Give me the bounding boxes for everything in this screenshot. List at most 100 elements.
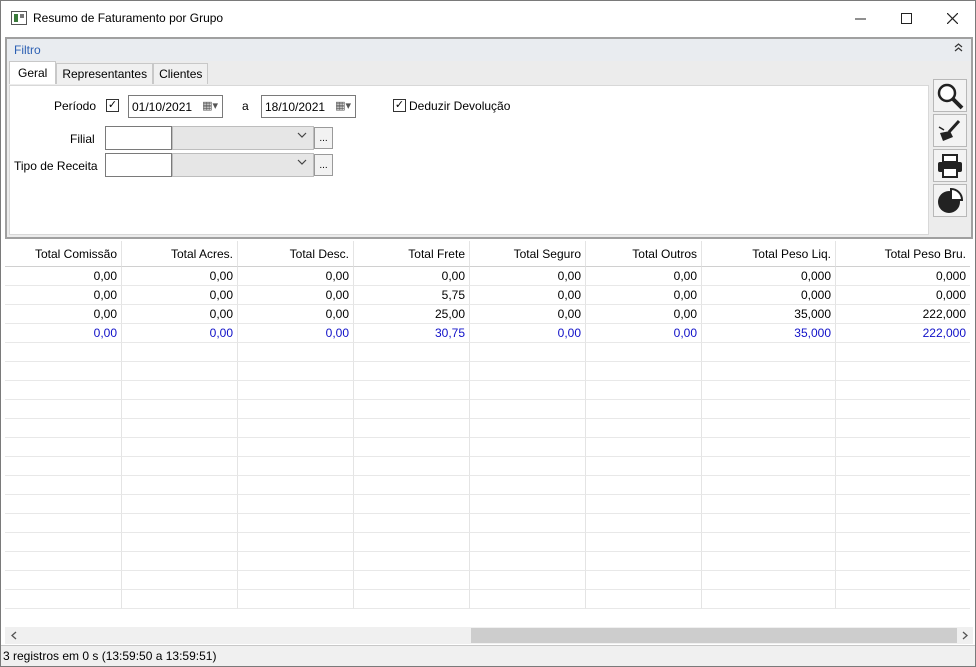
empty-row	[5, 381, 973, 400]
empty-cell	[586, 381, 702, 400]
periodo-checkbox[interactable]: ✓	[106, 99, 119, 112]
total-cell: 0,00	[470, 324, 586, 343]
empty-cell	[836, 476, 970, 495]
scroll-right-icon[interactable]	[956, 627, 973, 644]
column-header[interactable]: Total Comissão	[5, 241, 122, 267]
search-button[interactable]	[933, 79, 967, 112]
empty-cell	[354, 552, 470, 571]
chevron-down-icon[interactable]	[297, 157, 307, 169]
empty-cell	[586, 362, 702, 381]
empty-cell	[702, 400, 836, 419]
empty-cell	[586, 571, 702, 590]
results-grid[interactable]: Total Comissão Total Acres. Total Desc. …	[5, 241, 973, 627]
tab-clientes[interactable]: Clientes	[153, 63, 209, 84]
empty-cell	[238, 533, 354, 552]
filial-select[interactable]	[172, 126, 314, 150]
grid-cell: 0,00	[238, 267, 354, 286]
deduzir-checkbox[interactable]: ✓	[393, 99, 406, 112]
column-header[interactable]: Total Peso Liq.	[702, 241, 836, 267]
column-header[interactable]: Total Frete	[354, 241, 470, 267]
filter-tabs: Geral Representantes Clientes	[9, 61, 209, 85]
empty-cell	[836, 381, 970, 400]
empty-cell	[238, 381, 354, 400]
empty-cell	[5, 495, 122, 514]
grid-cell: 35,000	[702, 305, 836, 324]
column-header[interactable]: Total Acres.	[122, 241, 238, 267]
column-header[interactable]: Total Desc.	[238, 241, 354, 267]
tab-representantes[interactable]: Representantes	[56, 63, 154, 84]
grid-header: Total Comissão Total Acres. Total Desc. …	[5, 241, 973, 267]
empty-row	[5, 552, 973, 571]
empty-cell	[470, 438, 586, 457]
empty-cell	[122, 400, 238, 419]
empty-cell	[122, 571, 238, 590]
table-row[interactable]: 0,00 0,00 0,00 0,00 0,00 0,00 0,000 0,00…	[5, 267, 973, 286]
date-from-field[interactable]: 01/10/2021 ▦▾	[128, 95, 223, 118]
maximize-button[interactable]	[883, 1, 929, 35]
empty-row	[5, 362, 973, 381]
total-cell: 35,000	[702, 324, 836, 343]
empty-cell	[702, 362, 836, 381]
total-cell: 30,75	[354, 324, 470, 343]
empty-cell	[5, 571, 122, 590]
empty-cell	[470, 495, 586, 514]
deduzir-label: Deduzir Devolução	[409, 99, 511, 113]
tipo-receita-browse-button[interactable]: ...	[314, 154, 333, 176]
empty-cell	[586, 590, 702, 609]
chevron-down-icon[interactable]	[297, 130, 307, 142]
empty-row	[5, 590, 973, 609]
empty-cell	[354, 476, 470, 495]
status-bar: 3 registros em 0 s (13:59:50 a 13:59:51)	[1, 645, 975, 666]
scrollbar-thumb[interactable]	[471, 628, 957, 643]
empty-cell	[836, 495, 970, 514]
clear-filter-button[interactable]	[933, 114, 967, 147]
filter-title: Filtro	[14, 43, 41, 57]
empty-cell	[354, 362, 470, 381]
filial-code-input[interactable]	[105, 126, 172, 150]
grid-cell: 0,00	[5, 267, 122, 286]
column-header[interactable]: Total Peso Bru.	[836, 241, 970, 267]
scroll-left-icon[interactable]	[5, 627, 22, 644]
chart-button[interactable]	[933, 184, 967, 217]
empty-cell	[586, 419, 702, 438]
total-cell: 0,00	[586, 324, 702, 343]
empty-row	[5, 514, 973, 533]
empty-cell	[836, 590, 970, 609]
empty-cell	[238, 495, 354, 514]
tipo-receita-select[interactable]	[172, 153, 314, 177]
filter-header[interactable]: Filtro	[7, 39, 971, 61]
close-button[interactable]	[929, 1, 975, 35]
empty-row	[5, 495, 973, 514]
empty-cell	[836, 533, 970, 552]
print-button[interactable]	[933, 149, 967, 182]
totals-row: 0,00 0,00 0,00 30,75 0,00 0,00 35,000 22…	[5, 324, 973, 343]
column-header[interactable]: Total Seguro	[470, 241, 586, 267]
tab-geral[interactable]: Geral	[9, 61, 57, 84]
minimize-button[interactable]	[837, 1, 883, 35]
table-row[interactable]: 0,00 0,00 0,00 25,00 0,00 0,00 35,000 22…	[5, 305, 973, 324]
empty-cell	[122, 552, 238, 571]
date-to-field[interactable]: 18/10/2021 ▦▾	[261, 95, 356, 118]
table-row[interactable]: 0,00 0,00 0,00 5,75 0,00 0,00 0,000 0,00…	[5, 286, 973, 305]
empty-cell	[354, 419, 470, 438]
date-separator: a	[242, 99, 249, 113]
grid-cell: 25,00	[354, 305, 470, 324]
grid-cell: 0,00	[586, 267, 702, 286]
empty-cell	[238, 552, 354, 571]
app-window: Resumo de Faturamento por Grupo Filtro G…	[0, 0, 976, 667]
collapse-icon[interactable]	[954, 42, 963, 55]
empty-cell	[5, 552, 122, 571]
filial-browse-button[interactable]: ...	[314, 127, 333, 149]
horizontal-scrollbar[interactable]	[5, 627, 973, 644]
empty-cell	[354, 438, 470, 457]
grid-cell: 0,00	[470, 267, 586, 286]
tipo-receita-code-input[interactable]	[105, 153, 172, 177]
calendar-icon[interactable]: ▦▾	[202, 99, 218, 112]
empty-cell	[470, 552, 586, 571]
calendar-icon[interactable]: ▦▾	[335, 99, 351, 112]
empty-cell	[354, 457, 470, 476]
column-header[interactable]: Total Outros	[586, 241, 702, 267]
empty-cell	[5, 533, 122, 552]
empty-cell	[354, 590, 470, 609]
empty-cell	[470, 400, 586, 419]
